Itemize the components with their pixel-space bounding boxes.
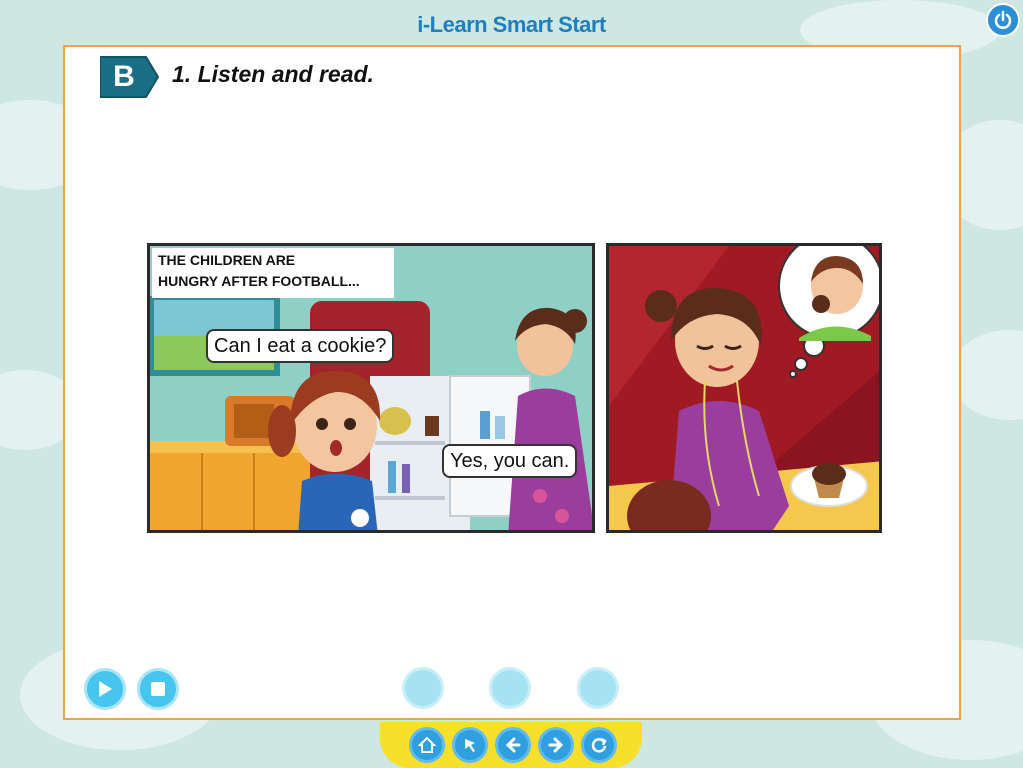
page-dot-2[interactable] (489, 667, 531, 709)
next-icon (548, 737, 564, 753)
cursor-icon (465, 739, 475, 752)
comic-panel-kitchen: THE CHILDREN ARE HUNGRY AFTER FOOTBALL..… (147, 243, 595, 533)
cursor-button[interactable] (452, 727, 488, 763)
back-icon (505, 737, 521, 753)
speech-bubble-mom: Yes, you can. (442, 444, 578, 478)
instruction-text: 1. Listen and read. (172, 61, 374, 87)
page-dot-3[interactable] (577, 667, 619, 709)
home-button[interactable] (409, 727, 445, 763)
refresh-button[interactable] (581, 727, 617, 763)
home-icon (418, 736, 436, 753)
power-icon (994, 10, 1012, 29)
bottom-nav-bar (380, 722, 642, 768)
page-dot-1[interactable] (402, 667, 444, 709)
comic-panel-cupcake (606, 243, 882, 533)
play-button[interactable] (84, 668, 126, 710)
caption-line-1: THE CHILDREN ARE (158, 252, 296, 268)
speech-bubble-child: Can I eat a cookie? (206, 329, 395, 363)
comic-caption: THE CHILDREN ARE HUNGRY AFTER FOOTBALL..… (152, 248, 394, 298)
stop-button[interactable] (137, 668, 179, 710)
app-title: i-Learn Smart Start (417, 12, 606, 37)
section-badge: B (100, 55, 160, 99)
caption-line-2: HUNGRY AFTER FOOTBALL... (158, 273, 360, 289)
back-button[interactable] (495, 727, 531, 763)
power-button[interactable] (986, 3, 1020, 37)
stop-icon (151, 682, 165, 696)
refresh-icon (591, 737, 607, 753)
next-button[interactable] (538, 727, 574, 763)
lesson-panel: B 1. Listen and read. THE CHILDREN ARE H… (63, 45, 961, 720)
section-letter: B (113, 60, 135, 93)
play-icon (99, 681, 112, 697)
cupcake-illustration (609, 246, 879, 530)
